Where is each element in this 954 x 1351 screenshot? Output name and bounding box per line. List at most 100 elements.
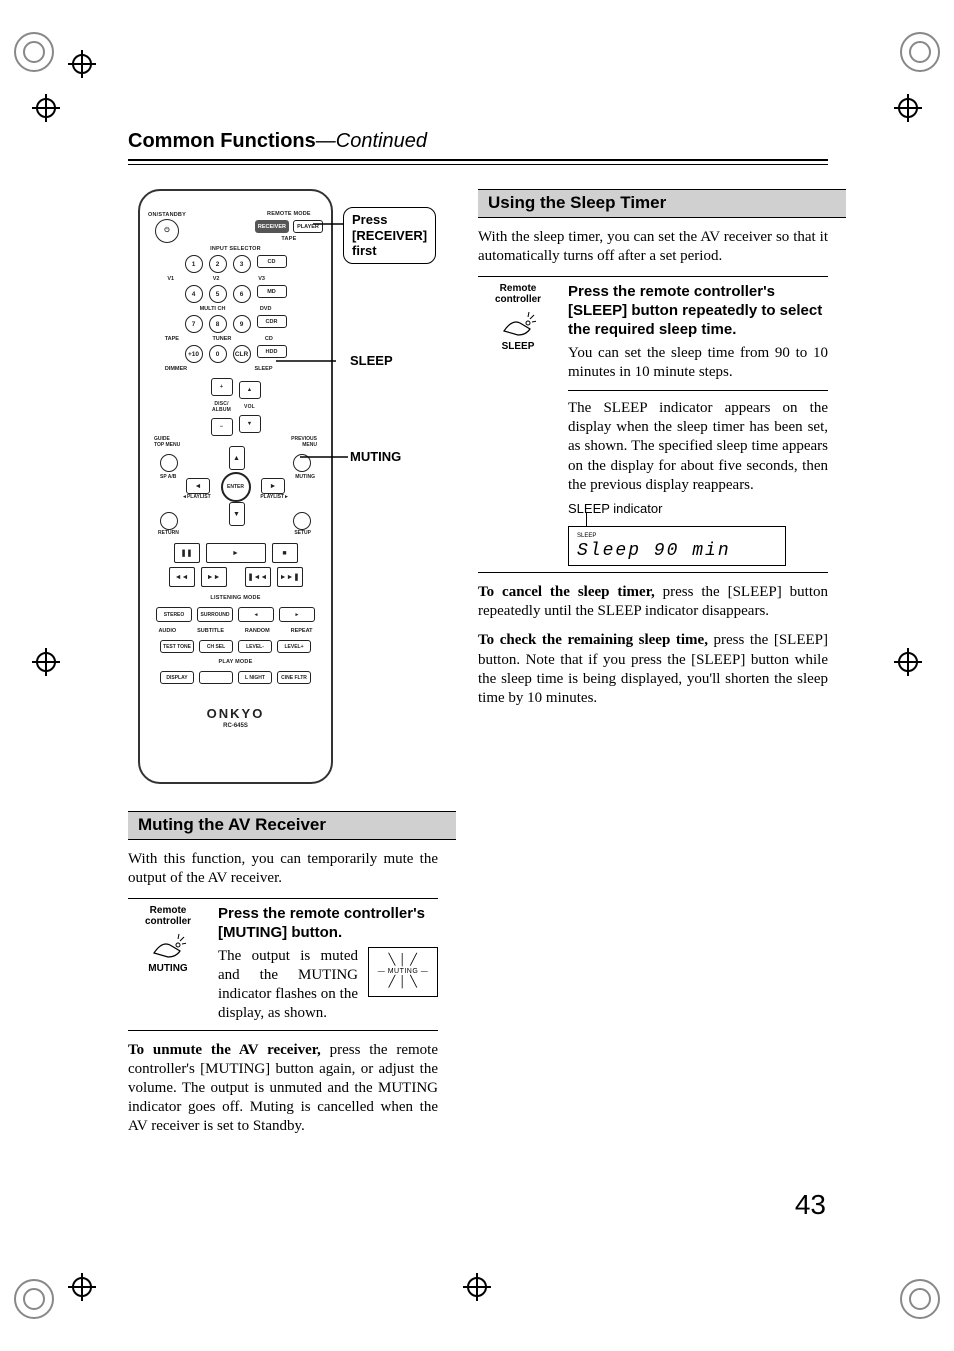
dpad-left: ◄ <box>186 478 210 494</box>
display-button: DISPLAY <box>160 671 194 684</box>
setup-button <box>293 512 311 530</box>
num-1-button: 1 <box>185 255 203 273</box>
pause-button: ❚❚ <box>174 543 200 563</box>
press-button-icon <box>150 931 186 961</box>
plus10-button: +10 <box>185 345 203 363</box>
power-button: ⏻ <box>155 219 179 243</box>
md-button: MD <box>257 285 287 298</box>
cine-fltr-button: CINE FLTR <box>277 671 311 684</box>
page: Common Functions—Continued ON/STANDBY ⏻ … <box>0 0 954 1351</box>
callout-sleep: SLEEP <box>350 353 393 369</box>
page-number: 43 <box>795 1189 826 1221</box>
lm-surround-button: SURROUND <box>197 607 233 622</box>
enter-button: ENTER <box>221 472 251 502</box>
sleep-section-title: Using the Sleep Timer <box>478 189 846 218</box>
level-plus-button: LEVEL+ <box>277 640 311 653</box>
audio-label: AUDIO <box>158 628 176 634</box>
mode-receiver-button: RECEIVER <box>255 220 289 233</box>
registration-mark-icon <box>900 1279 940 1319</box>
cd-button: CD <box>257 255 287 268</box>
prev-track-button: ❚◄◄ <box>245 567 271 587</box>
ff-button: ►► <box>201 567 227 587</box>
disc-down-button: − <box>211 418 233 436</box>
test-tone-button: TEST TONE <box>160 640 194 653</box>
return-label: RETURN <box>158 530 179 536</box>
remote-controller-label: Remote controller <box>128 905 208 927</box>
sleep-cancel-text: To cancel the sleep timer, press the [SL… <box>478 583 828 621</box>
sleep-step-head: Press the remote controller's [SLEEP] bu… <box>568 283 828 339</box>
label-input-selector: INPUT SELECTOR <box>148 246 323 252</box>
sleep-step-box: Remote controller SLEEP Press the remote… <box>478 276 828 573</box>
lm-left-button: ◄ <box>238 607 274 622</box>
disc-album-label: DISC/ ALBUM <box>211 401 233 413</box>
muting-label: MUTING <box>295 474 315 480</box>
registration-mark-icon <box>900 32 940 72</box>
title-italic: —Continued <box>316 130 427 152</box>
page-title: Common Functions—Continued <box>128 130 828 153</box>
num-4-button: 4 <box>185 285 203 303</box>
clr-button: CLR <box>233 345 251 363</box>
press-button-icon <box>500 309 536 339</box>
num-0-button: 0 <box>209 345 227 363</box>
num-7-button: 7 <box>185 315 203 333</box>
num-2-button: 2 <box>209 255 227 273</box>
right-column: Using the Sleep Timer With the sleep tim… <box>478 189 828 1147</box>
sleep-intro-text: With the sleep timer, you can set the AV… <box>478 228 828 266</box>
dimmer-label: DIMMER <box>165 366 187 372</box>
vol-label: VOL <box>239 404 261 410</box>
left-column: ON/STANDBY ⏻ REMOTE MODE RECEIVER PLAYER… <box>128 189 438 1147</box>
vol-up-button: ▲ <box>239 381 261 399</box>
title-bold: Common Functions <box>128 130 316 152</box>
lm-right-button: ► <box>279 607 315 622</box>
guide-button <box>160 454 178 472</box>
disc-up-button: + <box>211 378 233 396</box>
setup-label: SETUP <box>294 530 311 536</box>
label-on-standby: ON/STANDBY <box>148 212 186 218</box>
ch-sel-button: CH SEL <box>199 640 233 653</box>
sleep-step-body1: You can set the sleep time from 90 to 10… <box>568 344 828 382</box>
rew-button: ◄◄ <box>169 567 195 587</box>
muting-section-title: Muting the AV Receiver <box>128 811 456 840</box>
dpad-right: ► <box>261 478 285 494</box>
level-minus-button: LEVEL- <box>238 640 272 653</box>
muting-button-label: MUTING <box>128 963 208 974</box>
label-tape: TAPE <box>255 236 323 242</box>
num-3-button: 3 <box>233 255 251 273</box>
subtitle-label: SUBTITLE <box>197 628 224 634</box>
num-9-button: 9 <box>233 315 251 333</box>
content-area: Common Functions—Continued ON/STANDBY ⏻ … <box>128 130 828 1147</box>
callout-receiver: Press [RECEIVER] first <box>343 207 436 264</box>
crosshair-icon <box>68 1273 96 1301</box>
num-8-button: 8 <box>209 315 227 333</box>
lm-stereo-button: STEREO <box>156 607 192 622</box>
remote-body: ON/STANDBY ⏻ REMOTE MODE RECEIVER PLAYER… <box>138 189 333 784</box>
muting-intro-text: With this function, you can temporarily … <box>128 850 438 888</box>
model-number: RC-645S <box>148 723 323 729</box>
crosshair-icon <box>463 1273 491 1301</box>
num-6-button: 6 <box>233 285 251 303</box>
crosshair-icon <box>68 50 96 78</box>
sleep-indicator-caption: SLEEP indicator <box>568 501 828 516</box>
crosshair-icon <box>32 94 60 122</box>
display-text: Sleep 90 min <box>577 541 777 561</box>
play-button: ► <box>206 543 266 563</box>
sleep-check-text: To check the remaining sleep time, press… <box>478 631 828 708</box>
vol-down-button: ▼ <box>239 415 261 433</box>
play-mode-label: PLAY MODE <box>148 659 323 665</box>
remote-controller-label: Remote controller <box>478 283 558 305</box>
listening-mode-label: LISTENING MODE <box>148 595 323 601</box>
crosshair-icon <box>894 94 922 122</box>
dpad-up: ▲ <box>229 446 245 470</box>
muting-step-box: Remote controller MUTING Press the remot… <box>128 898 438 1030</box>
cdr-button: CDR <box>257 315 287 328</box>
sp-ab-label: SP A/B <box>160 474 176 480</box>
label-remote-mode: REMOTE MODE <box>255 211 323 217</box>
num-5-button: 5 <box>209 285 227 303</box>
prev-menu-label: PREVIOUS MENU <box>291 436 317 448</box>
muting-step-head: Press the remote controller's [MUTING] b… <box>218 905 438 943</box>
muting-unmute-text: To unmute the AV receiver, press the rem… <box>128 1041 438 1137</box>
crosshair-icon <box>32 648 60 676</box>
muting-indicator-icon: ╲ │ ╱ — MUTING — ╱ │ ╲ <box>368 947 438 997</box>
sleep-label: SLEEP <box>254 366 272 372</box>
dpad-down: ▼ <box>229 502 245 526</box>
